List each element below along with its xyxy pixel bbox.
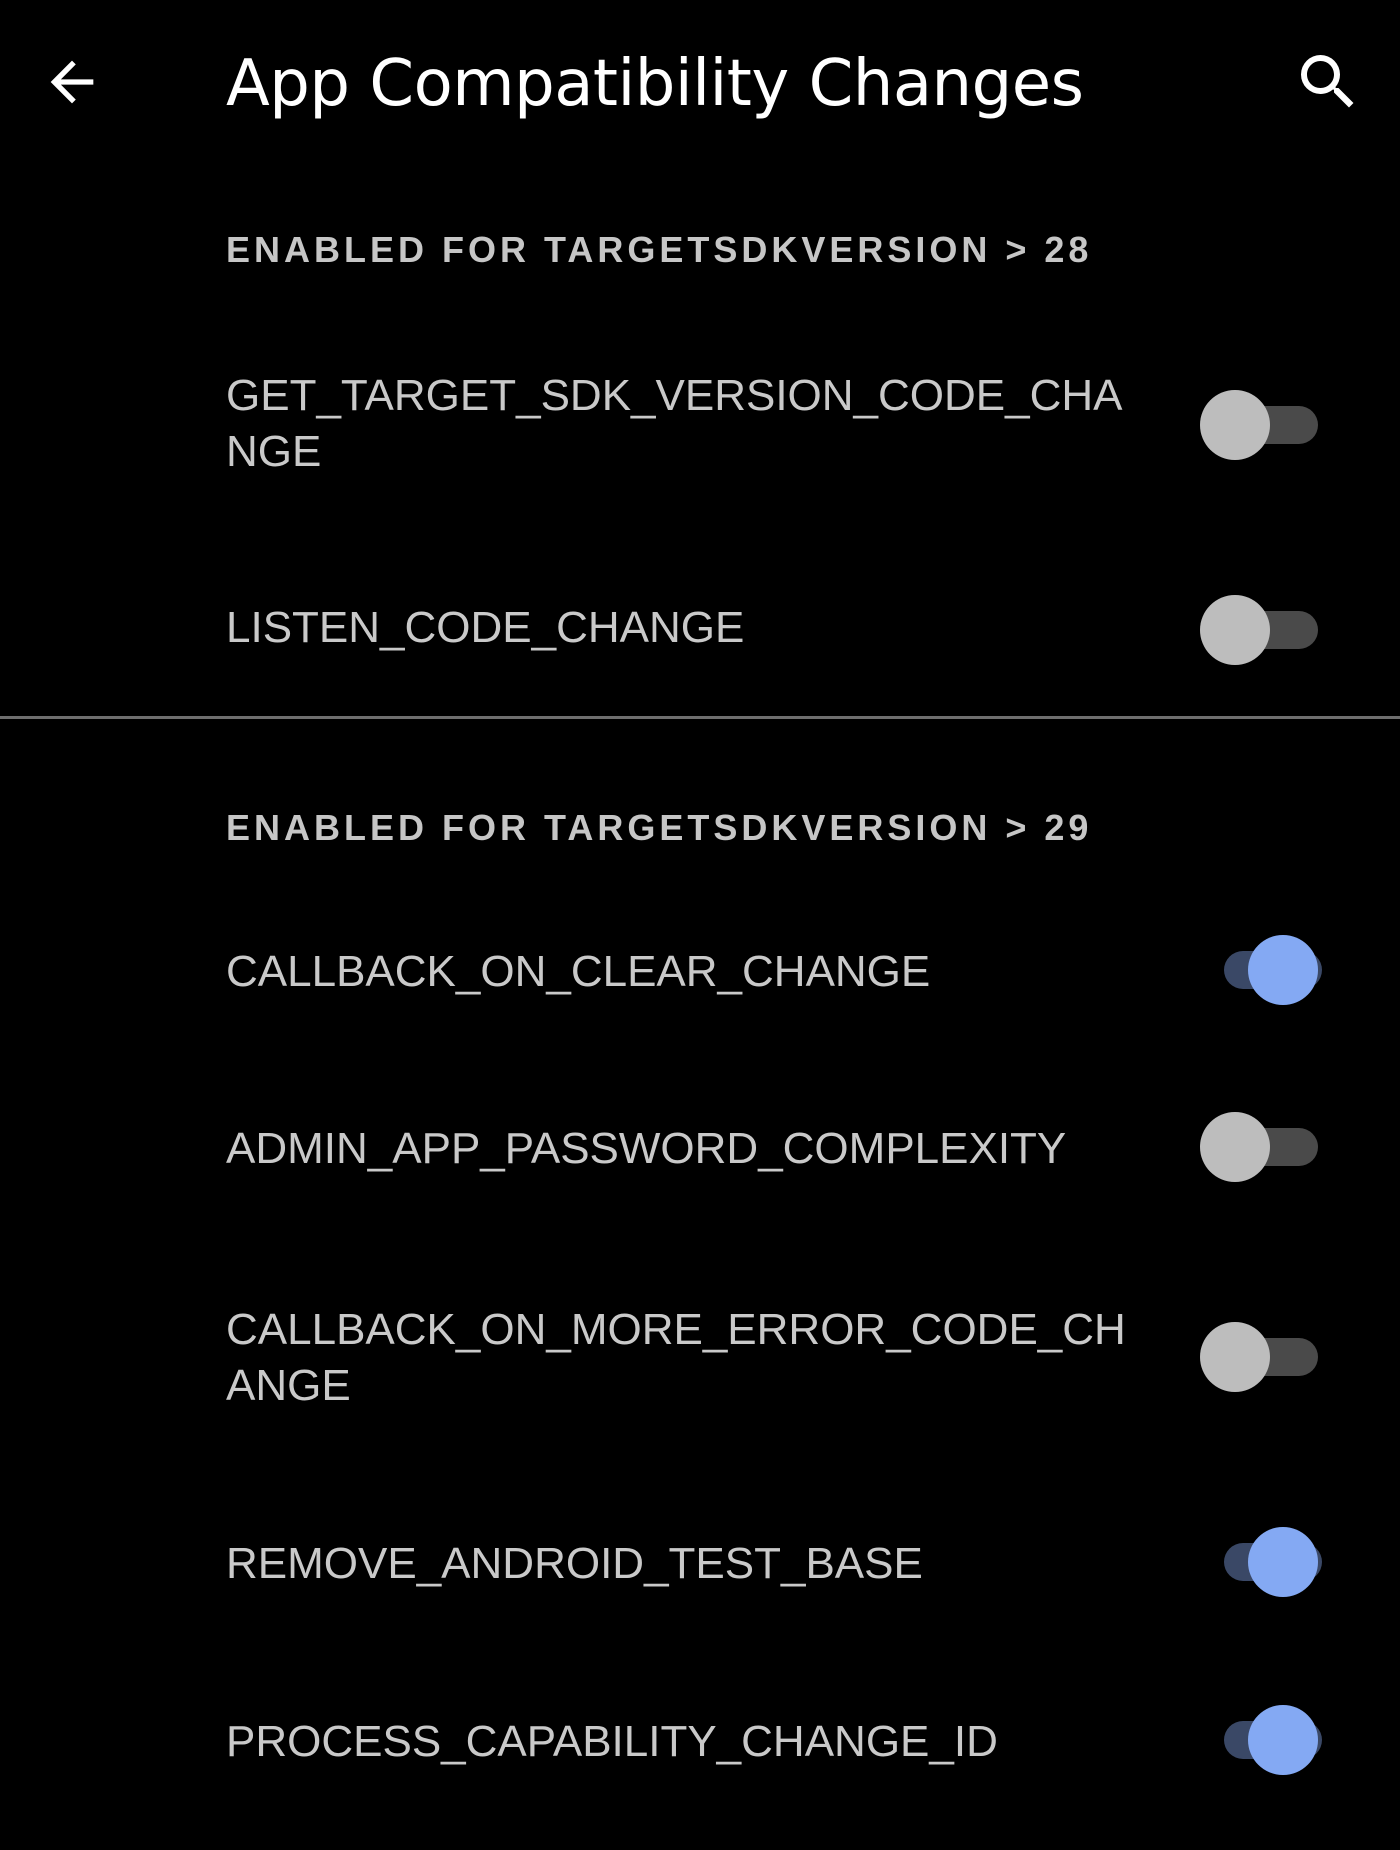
page-title: App Compatibility Changes (226, 47, 1084, 121)
toggle-switch[interactable] (1200, 386, 1340, 460)
change-label: PROCESS_CAPABILITY_CHANGE_ID (226, 1717, 998, 1766)
switch-thumb (1248, 935, 1318, 1005)
section-divider (0, 716, 1400, 719)
list-item[interactable]: CALLBACK_ON_CLEAR_CHANGE (0, 920, 1400, 1020)
list-item[interactable]: ADMIN_APP_PASSWORD_COMPLEXITY (0, 1097, 1400, 1197)
toggle-switch[interactable] (1200, 1701, 1340, 1775)
back-button[interactable] (30, 40, 114, 124)
toggle-switch[interactable] (1200, 1523, 1340, 1597)
switch-thumb (1248, 1705, 1318, 1775)
switch-thumb (1200, 1322, 1270, 1392)
change-label: LISTEN_CODE_CHANGE (226, 603, 745, 652)
change-label: GET_TARGET_SDK_VERSION_CODE_CHANGE (226, 371, 1123, 476)
switch-thumb (1248, 1527, 1318, 1597)
toggle-switch[interactable] (1200, 931, 1340, 1005)
toggle-switch[interactable] (1200, 1108, 1340, 1182)
toggle-switch[interactable] (1200, 1318, 1340, 1392)
list-item[interactable]: REMOVE_ANDROID_TEST_BASE (0, 1512, 1400, 1612)
toggle-switch[interactable] (1200, 591, 1340, 665)
change-label: REMOVE_ANDROID_TEST_BASE (226, 1539, 923, 1588)
arrow-left-icon (50, 60, 94, 104)
switch-thumb (1200, 390, 1270, 460)
section-header: ENABLED FOR TARGETSDKVERSION > 29 (226, 807, 1093, 848)
switch-thumb (1200, 595, 1270, 665)
list-item[interactable]: CALLBACK_ON_MORE_ERROR_CODE_CHANGE (0, 1292, 1400, 1412)
change-label: CALLBACK_ON_CLEAR_CHANGE (226, 947, 931, 996)
list-item[interactable]: PROCESS_CAPABILITY_CHANGE_ID (0, 1690, 1400, 1790)
section-header: ENABLED FOR TARGETSDKVERSION > 28 (226, 229, 1093, 270)
list-item[interactable]: LISTEN_CODE_CHANGE (0, 580, 1400, 680)
search-icon (1301, 55, 1354, 108)
switch-thumb (1200, 1112, 1270, 1182)
list-item[interactable]: GET_TARGET_SDK_VERSION_CODE_CHANGE (0, 360, 1400, 480)
top-app-bar: App Compatibility Changes (0, 0, 1400, 170)
change-label: ADMIN_APP_PASSWORD_COMPLEXITY (226, 1124, 1067, 1173)
change-label: CALLBACK_ON_MORE_ERROR_CODE_CHANGE (226, 1305, 1126, 1410)
search-button[interactable] (1286, 40, 1370, 124)
